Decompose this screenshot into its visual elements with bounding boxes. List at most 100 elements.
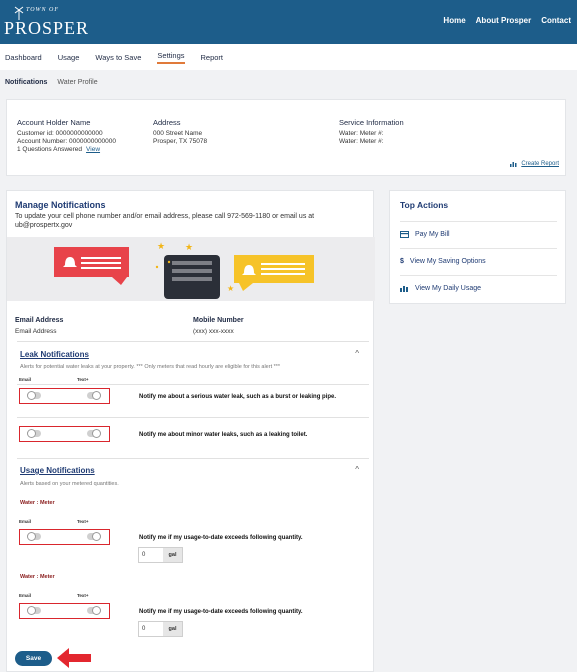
leak-serious-toggle-group xyxy=(19,388,110,404)
address-block: Address 000 Street Name Prosper, TX 7507… xyxy=(153,118,207,146)
svg-text:★: ★ xyxy=(227,284,234,293)
nav-contact[interactable]: Contact xyxy=(541,16,571,25)
usage-meter1-quantity-field[interactable]: 0 gal xyxy=(138,547,183,563)
create-report-link[interactable]: Create Report xyxy=(510,161,559,167)
leak-serious-rule-text: Notify me about a serious water leak, su… xyxy=(139,394,337,400)
quantity-unit: gal xyxy=(163,622,182,636)
account-card: Account Holder Name Customer id: 0000000… xyxy=(6,99,566,176)
manage-notifications-description: To update your cell phone number and/or … xyxy=(15,213,315,229)
text-column-label: Text+ xyxy=(77,377,89,382)
divider xyxy=(17,417,369,418)
leak-minor-rule-text: Notify me about minor water leaks, such … xyxy=(139,432,308,438)
address-line-1: 000 Street Name xyxy=(153,130,203,137)
service-block: Service Information Water: Meter #: Wate… xyxy=(339,118,404,146)
bar-chart-icon xyxy=(400,286,408,292)
action-label: View My Daily Usage xyxy=(415,285,482,292)
usage-meter2-text-toggle[interactable] xyxy=(87,606,101,615)
email-column-label: Email xyxy=(19,519,32,524)
email-address-header: Email Address xyxy=(15,317,64,324)
red-arrow-pointer xyxy=(57,648,91,668)
action-view-saving-options[interactable]: $ View My Saving Options xyxy=(400,248,557,274)
subnav-settings[interactable]: Settings xyxy=(157,51,185,64)
create-report-label: Create Report xyxy=(521,161,559,167)
action-label: Pay My Bill xyxy=(415,231,450,238)
service-line-1: Water: Meter #: xyxy=(339,130,384,137)
subnav-report[interactable]: Report xyxy=(201,53,224,62)
top-actions-panel: Top Actions Pay My Bill $ View My Saving… xyxy=(389,190,566,304)
view-link[interactable]: View xyxy=(86,146,100,153)
leak-serious-email-toggle[interactable] xyxy=(27,391,41,400)
questions-answered: 1 Questions Answered View xyxy=(17,146,116,154)
usage-meter1-email-toggle[interactable] xyxy=(27,532,41,541)
quantity-input[interactable]: 0 xyxy=(139,548,164,562)
notification-banner-graphic: ★ ★ ★ xyxy=(54,241,314,299)
divider xyxy=(17,384,369,385)
usage-notifications-description: Alerts based on your metered quantities. xyxy=(20,481,119,487)
meter-label-2: Water : Meter xyxy=(20,574,55,580)
top-actions-title: Top Actions xyxy=(400,200,449,210)
nav-home[interactable]: Home xyxy=(443,16,465,25)
mobile-number-header: Mobile Number xyxy=(193,317,244,324)
action-view-daily-usage[interactable]: View My Daily Usage xyxy=(400,275,557,301)
leak-minor-toggle-group xyxy=(19,426,110,442)
customer-id: Customer id: 0000000000000 xyxy=(17,130,103,137)
usage-meter1-rule-text: Notify me if my usage-to-date exceeds fo… xyxy=(139,535,303,541)
tab-water-profile[interactable]: Water Profile xyxy=(57,79,97,86)
svg-text:★: ★ xyxy=(185,242,193,252)
manage-notifications-title: Manage Notifications xyxy=(15,200,106,210)
action-pay-my-bill[interactable]: Pay My Bill xyxy=(400,221,557,247)
notifications-illustration: ★ ★ ★ xyxy=(7,237,375,301)
mobile-number-value: (xxx) xxx-xxxx xyxy=(193,328,234,335)
bar-chart-icon xyxy=(510,162,517,167)
subnav-dashboard[interactable]: Dashboard xyxy=(5,53,42,62)
email-address-value: Email Address xyxy=(15,328,57,335)
logo-town-text: TOWN OF xyxy=(26,7,60,13)
subnav-usage[interactable]: Usage xyxy=(58,53,80,62)
settings-tabs: Notifications Water Profile xyxy=(5,79,98,86)
quantity-input[interactable]: 0 xyxy=(139,622,164,636)
leak-notifications-title[interactable]: Leak Notifications xyxy=(20,350,89,359)
usage-meter2-quantity-field[interactable]: 0 gal xyxy=(138,621,183,637)
chevron-up-icon[interactable]: ^ xyxy=(355,349,359,358)
service-line-2: Water: Meter #: xyxy=(339,138,384,145)
usage-meter2-toggle-group xyxy=(19,603,110,619)
usage-meter2-rule-text: Notify me if my usage-to-date exceeds fo… xyxy=(139,609,303,615)
service-title: Service Information xyxy=(339,118,404,127)
quantity-unit: gal xyxy=(163,548,182,562)
leak-notifications-description: Alerts for potential water leaks at your… xyxy=(20,364,281,370)
account-holder-block: Account Holder Name Customer id: 0000000… xyxy=(17,118,116,154)
divider xyxy=(17,458,369,459)
action-label: View My Saving Options xyxy=(409,258,486,265)
usage-meter2-email-toggle[interactable] xyxy=(27,606,41,615)
address-title: Address xyxy=(153,118,181,127)
usage-notifications-title[interactable]: Usage Notifications xyxy=(20,466,95,475)
meter-label-1: Water : Meter xyxy=(20,500,55,506)
email-column-label: Email xyxy=(19,377,32,382)
nav-about[interactable]: About Prosper xyxy=(476,16,532,25)
save-button[interactable]: Save xyxy=(15,651,52,666)
usage-meter1-text-toggle[interactable] xyxy=(87,532,101,541)
subnav-ways-to-save[interactable]: Ways to Save xyxy=(95,53,141,62)
account-number: Account Number: 0000000000000 xyxy=(17,138,117,145)
divider xyxy=(17,341,369,342)
sub-nav: Dashboard Usage Ways to Save Settings Re… xyxy=(0,44,577,70)
account-holder-title: Account Holder Name xyxy=(17,118,91,127)
credit-card-icon xyxy=(400,231,409,238)
dollar-icon: $ xyxy=(400,258,404,265)
leak-minor-text-toggle[interactable] xyxy=(87,429,101,438)
logo-name-text: PROSPER xyxy=(4,18,90,38)
chevron-up-icon[interactable]: ^ xyxy=(355,465,359,474)
top-nav: Home About Prosper Contact xyxy=(443,16,571,25)
leak-serious-text-toggle[interactable] xyxy=(87,391,101,400)
header-bar: TOWN OF PROSPER Home About Prosper Conta… xyxy=(0,0,577,44)
svg-text:★: ★ xyxy=(157,241,165,251)
leak-minor-email-toggle[interactable] xyxy=(27,429,41,438)
prosper-logo[interactable]: TOWN OF PROSPER xyxy=(4,6,88,40)
manage-notifications-panel: Manage Notifications To update your cell… xyxy=(6,190,375,672)
address-line-2: Prosper, TX 75078 xyxy=(153,138,208,145)
text-column-label: Text+ xyxy=(77,519,89,524)
text-column-label: Text+ xyxy=(77,593,89,598)
tab-notifications[interactable]: Notifications xyxy=(5,79,47,86)
email-column-label: Email xyxy=(19,593,32,598)
usage-meter1-toggle-group xyxy=(19,529,110,545)
